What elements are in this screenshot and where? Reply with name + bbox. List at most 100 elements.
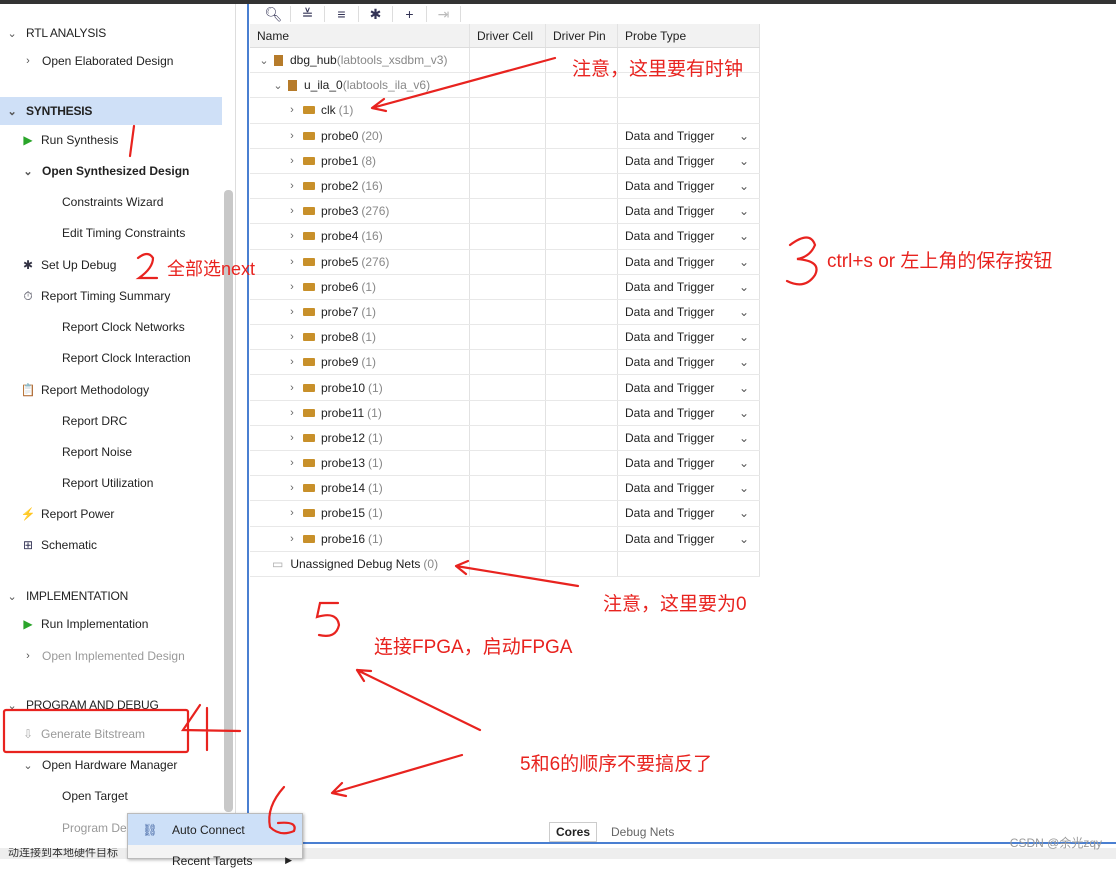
table-row[interactable]: › probe8 (1) Data and Trigger ⌄	[250, 325, 760, 351]
chevron-right-icon[interactable]: ›	[286, 482, 298, 494]
chevron-down-icon[interactable]: ⌄	[739, 129, 749, 143]
chevron-down-icon[interactable]: ⌄	[6, 105, 18, 118]
expand-all-icon[interactable]: ≡	[325, 6, 359, 22]
table-row[interactable]: › probe14 (1) Data and Trigger ⌄	[250, 476, 760, 502]
chevron-down-icon[interactable]: ⌄	[739, 255, 749, 269]
chevron-right-icon[interactable]: ›	[286, 104, 298, 116]
probe-type-select[interactable]: Data and Trigger ⌄	[618, 148, 760, 173]
nav-item-edit-timing-constraints[interactable]: Edit Timing Constraints	[0, 219, 222, 247]
chevron-down-icon[interactable]: ⌄	[739, 506, 749, 520]
chevron-right-icon[interactable]: ›	[22, 55, 34, 67]
probe-type-select[interactable]: Data and Trigger ⌄	[618, 224, 760, 249]
chevron-right-icon[interactable]: ›	[286, 533, 298, 545]
table-row[interactable]: › probe7 (1) Data and Trigger ⌄	[250, 299, 760, 326]
probe-type-select[interactable]: Data and Trigger ⌄	[618, 325, 760, 350]
chevron-right-icon[interactable]: ›	[286, 205, 298, 217]
chevron-right-icon[interactable]: ›	[286, 407, 298, 419]
probe-type-select[interactable]: Data and Trigger ⌄	[618, 526, 760, 551]
nav-item-report-clock-networks[interactable]: Report Clock Networks	[0, 313, 222, 341]
table-row[interactable]: › probe9 (1) Data and Trigger ⌄	[250, 350, 760, 376]
probe-type-select[interactable]: Data and Trigger ⌄	[618, 199, 760, 224]
nav-item-report-methodology[interactable]: 📋 Report Methodology	[0, 376, 222, 404]
nav-item-report-drc[interactable]: Report DRC	[0, 407, 222, 435]
table-row[interactable]: › probe0 (20) Data and Trigger ⌄	[250, 123, 760, 149]
chevron-right-icon[interactable]: ›	[286, 155, 298, 167]
chevron-down-icon[interactable]: ⌄	[6, 699, 18, 712]
nav-item-rtl-analysis[interactable]: ⌄ RTL ANALYSIS	[0, 19, 222, 47]
probe-type-select[interactable]: Data and Trigger ⌄	[618, 274, 760, 299]
chevron-down-icon[interactable]: ⌄	[22, 759, 34, 772]
table-row[interactable]: › probe12 (1) Data and Trigger ⌄	[250, 425, 760, 451]
collapse-all-icon[interactable]: ≚	[291, 6, 325, 22]
probe-type-select[interactable]: Data and Trigger ⌄	[618, 350, 760, 375]
probe-type-select[interactable]: Data and Trigger ⌄	[618, 425, 760, 450]
bug-icon[interactable]: ✱	[359, 6, 393, 22]
chevron-right-icon[interactable]: ›	[286, 356, 298, 368]
nav-item-report-power[interactable]: ⚡ Report Power	[0, 500, 222, 528]
column-header[interactable]: Driver Cell	[470, 24, 546, 47]
nav-item-open-target[interactable]: Open Target	[0, 782, 222, 810]
chevron-down-icon[interactable]: ⌄	[739, 481, 749, 495]
search-icon[interactable]: 🔍︎	[257, 6, 291, 22]
probe-type-select[interactable]: Data and Trigger ⌄	[618, 451, 760, 476]
table-row[interactable]: › probe10 (1) Data and Trigger ⌄	[250, 375, 760, 401]
nav-item-synthesis[interactable]: ⌄ SYNTHESIS	[0, 97, 222, 125]
chevron-right-icon[interactable]: ›	[286, 130, 298, 142]
table-row[interactable]: › probe11 (1) Data and Trigger ⌄	[250, 400, 760, 426]
chevron-right-icon[interactable]: ›	[286, 507, 298, 519]
chevron-down-icon[interactable]: ⌄	[272, 79, 284, 92]
table-row[interactable]: › probe16 (1) Data and Trigger ⌄	[250, 526, 760, 552]
nav-item-open-elaborated-design[interactable]: › Open Elaborated Design	[0, 47, 222, 75]
tab-debug-nets[interactable]: Debug Nets	[605, 823, 680, 841]
probe-type-select[interactable]: Data and Trigger ⌄	[618, 375, 760, 400]
chevron-down-icon[interactable]: ⌄	[739, 355, 749, 369]
column-header[interactable]: Name	[250, 24, 470, 47]
nav-item-schematic[interactable]: ⊞ Schematic	[0, 531, 222, 559]
chevron-down-icon[interactable]: ⌄	[6, 27, 18, 40]
chevron-down-icon[interactable]: ⌄	[6, 590, 18, 603]
chevron-right-icon[interactable]: ›	[286, 306, 298, 318]
chevron-right-icon[interactable]: ›	[286, 256, 298, 268]
flow-navigator-scrollbar[interactable]	[224, 190, 233, 812]
chevron-down-icon[interactable]: ⌄	[739, 229, 749, 243]
menu-item-recent-targets[interactable]: Recent Targets ▶	[128, 845, 302, 876]
probe-type-select[interactable]: Data and Trigger ⌄	[618, 400, 760, 425]
probe-type-select[interactable]: Data and Trigger ⌄	[618, 173, 760, 199]
table-row[interactable]: › probe2 (16) Data and Trigger ⌄	[250, 173, 760, 200]
chevron-right-icon[interactable]: ›	[286, 457, 298, 469]
table-row[interactable]: › probe13 (1) Data and Trigger ⌄	[250, 451, 760, 477]
table-row[interactable]: › clk (1)	[250, 98, 760, 124]
chevron-right-icon[interactable]: ›	[286, 382, 298, 394]
chevron-down-icon[interactable]: ⌄	[258, 54, 270, 67]
nav-item-report-timing-summary[interactable]: ⏱ Report Timing Summary	[0, 282, 222, 310]
chevron-down-icon[interactable]: ⌄	[739, 381, 749, 395]
disconnect-icon[interactable]: ⇥	[427, 6, 461, 22]
table-row[interactable]: › probe1 (8) Data and Trigger ⌄	[250, 148, 760, 174]
nav-item-open-implemented-design[interactable]: › Open Implemented Design	[0, 642, 222, 670]
chevron-down-icon[interactable]: ⌄	[739, 305, 749, 319]
chevron-right-icon[interactable]: ›	[22, 650, 34, 662]
chevron-right-icon[interactable]: ›	[286, 180, 298, 192]
chevron-down-icon[interactable]: ⌄	[739, 154, 749, 168]
table-row[interactable]: › probe15 (1) Data and Trigger ⌄	[250, 501, 760, 527]
table-row[interactable]: › probe5 (276) Data and Trigger ⌄	[250, 249, 760, 275]
nav-item-report-noise[interactable]: Report Noise	[0, 438, 222, 466]
probe-type-select[interactable]: Data and Trigger ⌄	[618, 249, 760, 274]
chevron-down-icon[interactable]: ⌄	[739, 179, 749, 193]
chevron-down-icon[interactable]: ⌄	[739, 431, 749, 445]
table-row[interactable]: › probe3 (276) Data and Trigger ⌄	[250, 199, 760, 225]
chevron-right-icon[interactable]: ›	[286, 281, 298, 293]
column-header[interactable]: Probe Type	[618, 24, 760, 47]
chevron-right-icon[interactable]: ›	[286, 331, 298, 343]
chevron-down-icon[interactable]: ⌄	[739, 330, 749, 344]
probe-type-select[interactable]: Data and Trigger ⌄	[618, 123, 760, 148]
nav-item-report-clock-interaction[interactable]: Report Clock Interaction	[0, 344, 222, 372]
chevron-right-icon[interactable]: ›	[286, 432, 298, 444]
nav-item-generate-bitstream[interactable]: ⇩ Generate Bitstream	[0, 720, 222, 748]
chevron-down-icon[interactable]: ⌄	[22, 165, 34, 178]
nav-item-program-and-debug[interactable]: ⌄ PROGRAM AND DEBUG	[0, 691, 222, 719]
chevron-down-icon[interactable]: ⌄	[739, 406, 749, 420]
nav-item-run-synthesis[interactable]: ▶ Run Synthesis	[0, 126, 222, 154]
nav-item-open-hardware-manager[interactable]: ⌄ Open Hardware Manager	[0, 751, 222, 779]
nav-item-constraints-wizard[interactable]: Constraints Wizard	[0, 188, 222, 216]
